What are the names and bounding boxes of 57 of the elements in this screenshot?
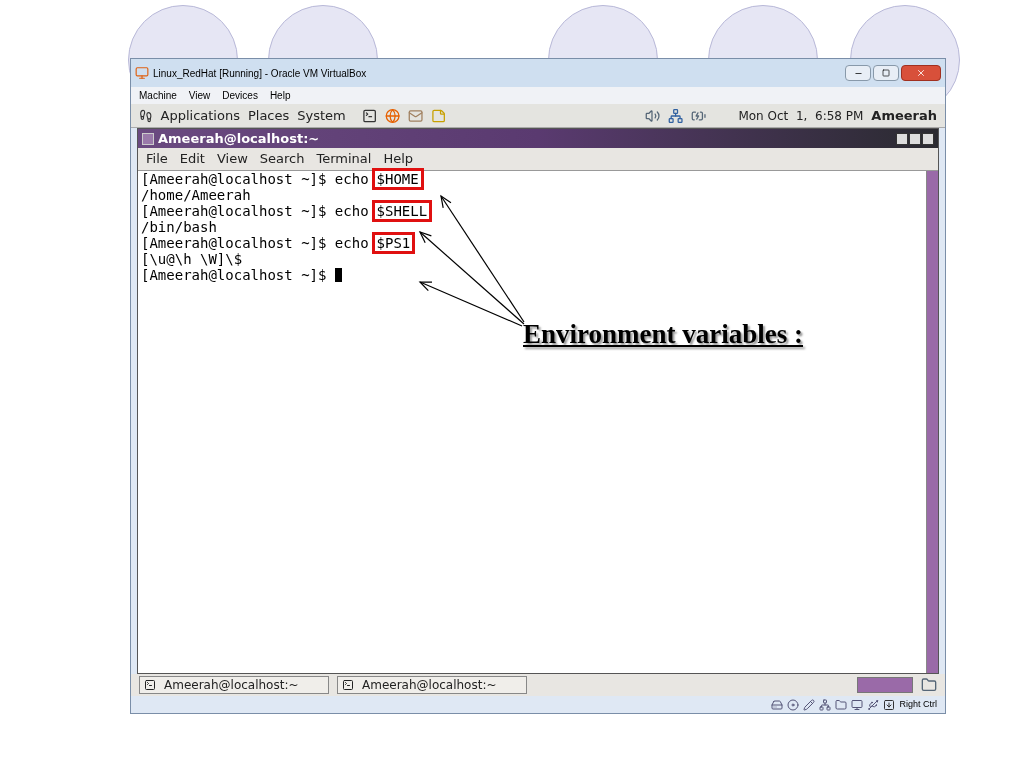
variable-name: $SHELL (374, 203, 430, 219)
cursor (334, 268, 342, 282)
command-line: [Ameerah@localhost ~]$ echo (141, 235, 369, 251)
host-key-label: Right Ctrl (899, 697, 937, 711)
window-title: Linux_RedHat [Running] - Oracle VM VirtualBox (153, 66, 367, 81)
status-icon[interactable] (771, 698, 784, 711)
user-name[interactable]: Ameerah (871, 105, 938, 126)
output-line: /bin/bash (141, 219, 217, 235)
status-icon[interactable] (803, 698, 816, 711)
scrollbar[interactable] (926, 171, 938, 673)
menu-item[interactable]: Search (259, 149, 305, 169)
status-icon[interactable] (787, 698, 800, 711)
menu-item[interactable]: File (146, 149, 168, 169)
globe-icon[interactable] (385, 106, 401, 125)
command-line: [Ameerah@localhost ~]$ echo (141, 171, 369, 187)
panel-menu[interactable]: System (297, 105, 346, 126)
command-line: [Ameerah@localhost ~]$ echo (141, 203, 369, 219)
terminal-title: Ameerah@localhost:~ (158, 129, 320, 148)
maximize-icon (882, 69, 890, 77)
network-icon[interactable] (667, 106, 684, 125)
status-icon[interactable] (835, 698, 848, 711)
menu-item[interactable]: View (216, 149, 248, 169)
terminal-icon (342, 679, 354, 691)
output-line: /home/Ameerah (141, 187, 251, 203)
taskbar-button[interactable]: Ameerah@localhost:~ (139, 676, 329, 694)
app-icon (135, 66, 149, 80)
taskbar-button[interactable]: Ameerah@localhost:~ (337, 676, 527, 694)
output-line: [\u@\h \W]\$ (141, 251, 243, 267)
prompt-line: [Ameerah@localhost ~]$ (141, 267, 328, 283)
close-button[interactable] (901, 65, 941, 81)
menu-item[interactable]: View (188, 88, 211, 103)
workspace-switcher[interactable] (857, 677, 913, 693)
menu-item[interactable]: Help (269, 88, 291, 103)
menu-item[interactable]: Edit (179, 149, 205, 169)
window-control-icon[interactable] (896, 132, 908, 145)
menu-item[interactable]: Machine (139, 88, 177, 103)
maximize-button[interactable] (873, 65, 899, 81)
menu-item[interactable]: Devices (222, 88, 258, 103)
status-icon[interactable] (867, 698, 880, 711)
close-icon (916, 68, 926, 78)
status-icon[interactable] (819, 698, 832, 711)
annotation-title: Environment variables : (523, 318, 803, 350)
variable-name: $HOME (374, 171, 421, 187)
host-key-icon (883, 698, 896, 711)
variable-name: $PS1 (374, 235, 413, 251)
minimize-button[interactable] (845, 65, 871, 81)
panel-menu[interactable]: Places (247, 105, 290, 126)
window-control-icon[interactable] (922, 132, 934, 145)
window-icon (142, 132, 154, 145)
status-icon[interactable] (851, 698, 864, 711)
panel-menu[interactable]: Applications (160, 105, 240, 126)
window-control-icon[interactable] (909, 132, 921, 145)
menu-item[interactable]: Terminal (316, 149, 372, 169)
menu-item[interactable]: Help (383, 149, 414, 169)
foot-icon[interactable] (139, 107, 153, 124)
clock[interactable]: Mon Oct 1, 6:58 PM (738, 106, 864, 125)
terminal-icon (144, 679, 156, 691)
